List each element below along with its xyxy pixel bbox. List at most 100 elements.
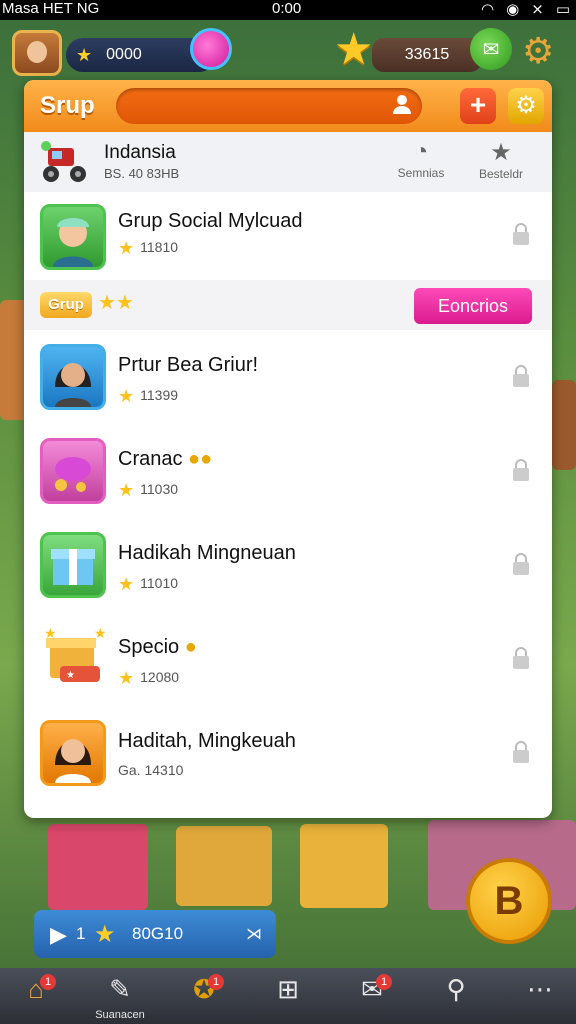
level-value: 80G10 [132, 924, 184, 943]
level-number: 1 [76, 924, 86, 943]
list-item[interactable]: Prtur Bea Griur! ★ 11399 [24, 330, 552, 425]
message-icon[interactable]: ✉ [470, 28, 512, 70]
svg-text:★: ★ [44, 626, 57, 641]
nav-tasks-label: Suanacen [95, 1009, 145, 1021]
group-section-band: Grup ★★ Eoncrios [24, 280, 552, 330]
group-name: Indansia [104, 142, 176, 163]
encore-button[interactable]: Eoncrios [414, 288, 532, 324]
status-bar: Masa HET NG 0:00 ◠ ◉ ⨯ ▭ [0, 0, 576, 20]
chat-bubble-icon[interactable] [190, 28, 232, 70]
list-item[interactable]: Cranac ●● ★ 11030 [24, 424, 552, 519]
row-score-value: 11030 [140, 481, 179, 497]
row-score: ★ 11030 [118, 480, 178, 501]
favorite-button[interactable]: ★ Besteldr [466, 138, 536, 181]
list-item[interactable]: ★ ★ ★ Specio ● ★ 12080 [24, 612, 552, 707]
notification-badge: 1 [40, 974, 56, 990]
row-title: Cranac ●● [118, 448, 212, 471]
row-score: ★ 11010 [118, 574, 178, 595]
star-icon: ★ [490, 139, 512, 166]
notification-badge: 1 [376, 974, 392, 990]
members-button[interactable]: ◔ Semnias [386, 138, 456, 180]
coin-icon: ● [184, 636, 197, 658]
collapse-icon[interactable]: ⋊ [246, 924, 262, 944]
list-item[interactable]: Haditah, Mingkeuah Ga. 14310 [24, 706, 552, 800]
star-icon: ★ [118, 480, 135, 500]
member-avatar-icon [40, 720, 106, 786]
clipboard-icon: ✎ [109, 974, 131, 1004]
favorite-label: Besteldr [478, 167, 524, 181]
nav-add[interactable]: ⊞ [258, 974, 318, 1005]
row-title: Specio ● [118, 636, 197, 659]
row-title: Prtur Bea Griur! [118, 354, 259, 376]
row-score-value: Ga. 14310 [118, 762, 184, 778]
nav-mail[interactable]: ✉ 1 [342, 974, 402, 1005]
star-icon: ★ [118, 386, 135, 406]
row-score: ★ 12080 [118, 668, 179, 689]
rating-stars-icon: ★★ [98, 292, 134, 314]
row-title: Hadikah Mingneuan [118, 542, 296, 564]
coin-value: 0000 [106, 46, 142, 63]
list-item[interactable]: Hadikah Mingneuan ★ 11010 [24, 518, 552, 613]
more-icon: ⋯ [527, 974, 553, 1004]
star-icon: ★ [76, 44, 93, 65]
nav-more[interactable]: ⋯ [510, 974, 570, 1005]
lock-icon [513, 365, 529, 387]
search-icon: ⚲ [446, 974, 466, 1004]
gift-box-icon [40, 532, 106, 598]
group-tag: Grup [40, 292, 92, 318]
lock-icon [513, 647, 529, 669]
list-item[interactable]: Grup Social Mylcuad ★ 11810 [24, 192, 552, 281]
group-panel: Srup + ⚙ Indansia BS. 40 83HB ◔ Semnias … [24, 80, 552, 818]
bg-house-right [552, 380, 576, 470]
big-star-icon: ★ [334, 25, 374, 74]
mute-icon: ⨯ [531, 1, 544, 18]
battery-icon: ▭ [555, 1, 570, 18]
bg-cart [48, 824, 148, 910]
gear-icon[interactable]: ⚙ [522, 30, 554, 72]
treasure-gift-icon: ★ ★ ★ [40, 625, 107, 692]
row-score-value: 11010 [140, 575, 179, 591]
nav-tasks[interactable]: ✎ Suanacen [90, 974, 150, 1023]
lock-icon [513, 223, 529, 245]
player-avatar[interactable] [12, 30, 62, 76]
top-hud: ★ 0000 ★ 33615 ✉ ⚙ [0, 20, 576, 82]
row-title-text: Specio [118, 636, 180, 658]
star-icon: ★ [118, 238, 135, 258]
row-title: Grup Social Mylcuad [118, 210, 303, 232]
person-icon [388, 92, 416, 120]
lock-icon [513, 741, 529, 763]
gem-counter[interactable]: 33615 [372, 38, 482, 72]
notification-badge: 1 [208, 974, 224, 990]
bonus-coin-button[interactable]: B [466, 858, 552, 944]
bg-truck [300, 824, 388, 908]
tractor-icon [38, 140, 90, 184]
carrier-label: Masa HET NG [2, 0, 100, 17]
panel-title: Srup [40, 92, 95, 119]
settings-icon[interactable]: ⚙ [508, 88, 544, 124]
nav-search[interactable]: ⚲ [426, 974, 486, 1005]
star-icon: ✪ [193, 974, 215, 1004]
bg-gift-pile [176, 826, 272, 906]
panel-header: Srup + ⚙ [24, 80, 552, 132]
gem-value: 33615 [404, 46, 450, 63]
candy-icon [40, 438, 106, 504]
star-icon: ★ [118, 574, 135, 594]
search-input[interactable] [116, 88, 422, 124]
member-avatar-icon [40, 344, 106, 410]
nav-star[interactable]: ✪ 1 [174, 974, 234, 1005]
member-avatar-icon [40, 204, 106, 270]
group-code: BS. 40 83HB [104, 166, 180, 181]
lock-icon [513, 553, 529, 575]
mail-icon: ✉ [361, 974, 383, 1004]
svg-text:★: ★ [66, 670, 75, 681]
coin-icon: ●● [188, 448, 213, 470]
star-icon: ★ [118, 668, 135, 688]
members-label: Semnias [397, 166, 445, 180]
add-button[interactable]: + [460, 88, 496, 124]
alarm-icon: ◉ [506, 1, 520, 18]
bottom-nav: ⌂ 1 ✎ Suanacen ✪ 1 ⊞ ✉ 1 ⚲ ⋯ [0, 968, 576, 1024]
nav-home[interactable]: ⌂ 1 [6, 974, 66, 1005]
row-title: Haditah, Mingkeuah [118, 730, 296, 752]
clock: 0:00 [272, 0, 302, 17]
level-bar[interactable]: ▶ 1 ★ 80G10 ⋊ [34, 910, 276, 958]
